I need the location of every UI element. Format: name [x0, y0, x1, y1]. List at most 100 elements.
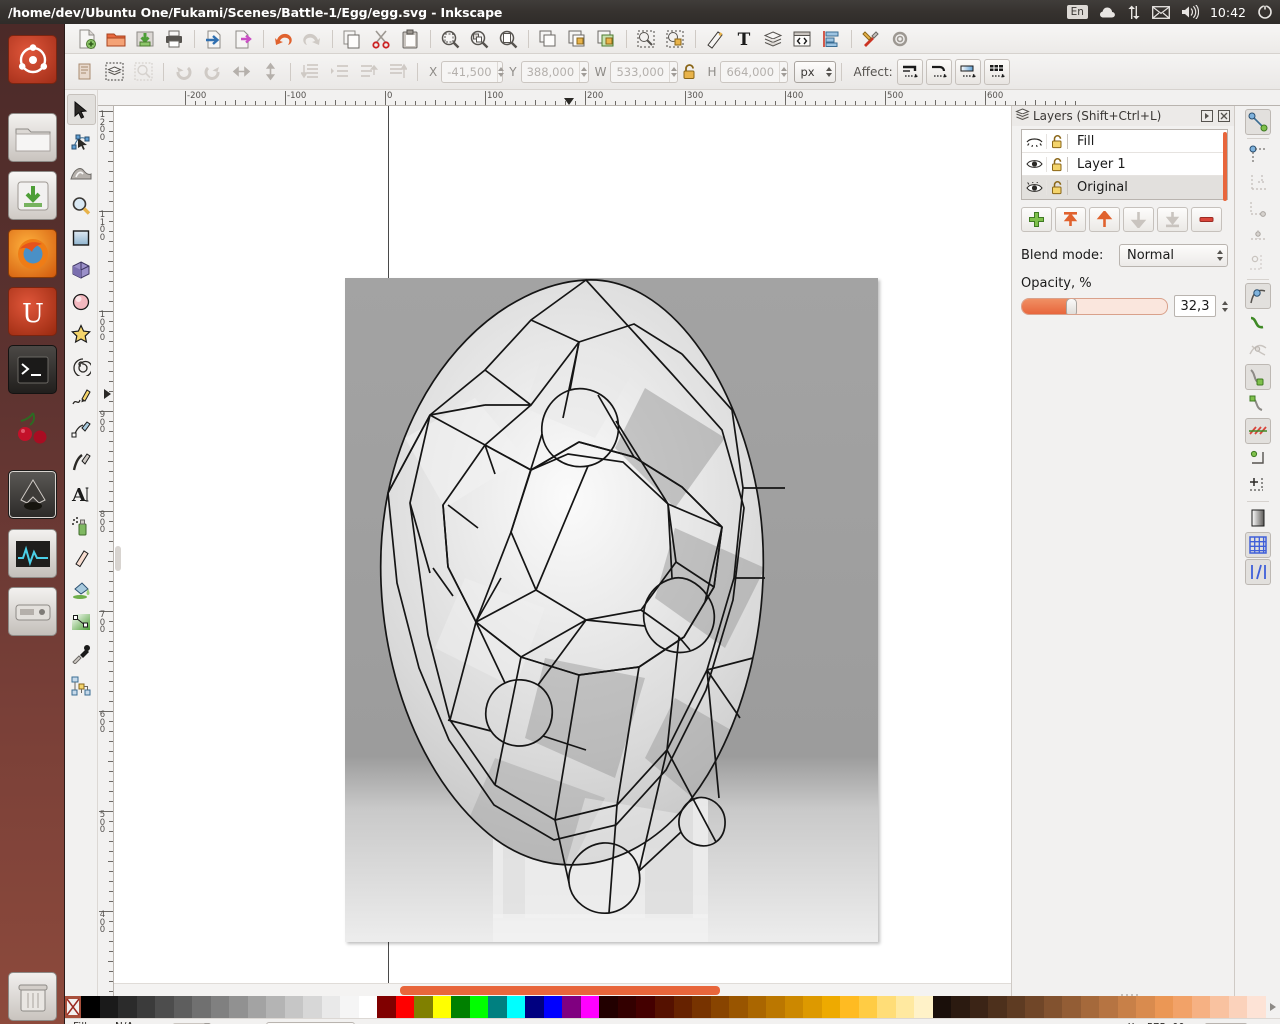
palette-swatch[interactable]	[1118, 996, 1137, 1018]
select-all-button[interactable]	[71, 59, 99, 85]
palette-swatch[interactable]	[248, 996, 267, 1018]
palette-swatch[interactable]	[748, 996, 767, 1018]
raise-layer-button[interactable]	[1089, 207, 1120, 232]
layer-row-layer-1[interactable]: Layer 1	[1022, 153, 1227, 176]
vertical-ruler[interactable]: 1 2 0 01 1 0 01 0 0 09 0 08 0 07 0 06 0 …	[98, 106, 114, 996]
raise-button[interactable]	[354, 59, 382, 85]
clock-indicator[interactable]: 10:42	[1210, 5, 1246, 20]
document-properties-button[interactable]	[886, 26, 914, 52]
export-button[interactable]	[229, 26, 257, 52]
launcher-disk-usage[interactable]	[8, 587, 57, 636]
units-select[interactable]: px	[794, 61, 836, 83]
snap-midpoints-button[interactable]	[1245, 418, 1271, 444]
palette-swatch[interactable]	[192, 996, 211, 1018]
palette-swatch[interactable]	[933, 996, 952, 1018]
snap-grids-button[interactable]	[1245, 532, 1271, 558]
palette-swatch[interactable]	[100, 996, 119, 1018]
redo-button[interactable]	[298, 26, 326, 52]
layer-name[interactable]: Layer 1	[1068, 157, 1126, 172]
y-field[interactable]: 388,000	[521, 61, 589, 83]
tool-rectangle[interactable]	[67, 222, 96, 253]
palette-swatch[interactable]	[118, 996, 137, 1018]
tool-gradient[interactable]	[67, 606, 96, 637]
palette-scroll-arrow[interactable]	[1266, 996, 1280, 1018]
colour-palette[interactable]	[65, 996, 1280, 1018]
fill-stroke-button[interactable]	[701, 26, 729, 52]
palette-swatch[interactable]	[303, 996, 322, 1018]
lower-button[interactable]	[325, 59, 353, 85]
lock-toggle-unlocked-icon[interactable]	[1046, 157, 1068, 172]
snap-paths-button[interactable]	[1245, 310, 1271, 336]
palette-swatch[interactable]	[359, 996, 378, 1018]
tool-text[interactable]: A	[67, 478, 96, 509]
launcher-files-manager[interactable]	[8, 113, 57, 162]
palette-swatch[interactable]	[822, 996, 841, 1018]
palette-swatch[interactable]	[414, 996, 433, 1018]
snap-bbox-corners-button[interactable]	[1245, 196, 1271, 222]
tool-bezier[interactable]	[67, 414, 96, 445]
speaker-icon[interactable]	[1181, 5, 1199, 19]
palette-swatch[interactable]	[599, 996, 618, 1018]
raise-to-top-button[interactable]	[383, 59, 411, 85]
palette-swatch[interactable]	[859, 996, 878, 1018]
blend-mode-stepper[interactable]	[1217, 250, 1223, 261]
tool-zoom[interactable]	[67, 190, 96, 221]
xml-editor-button[interactable]	[788, 26, 816, 52]
panel-collapse-button[interactable]	[1200, 110, 1213, 123]
palette-swatch[interactable]	[562, 996, 581, 1018]
palette-swatch[interactable]	[470, 996, 489, 1018]
launcher-ubuntu-software-center[interactable]: U	[8, 287, 57, 336]
no-colour-swatch[interactable]	[65, 996, 81, 1018]
palette-swatch[interactable]	[766, 996, 785, 1018]
launcher-system-monitor[interactable]	[8, 529, 57, 578]
tool-node-editor[interactable]	[67, 126, 96, 157]
open-document-button[interactable]	[102, 26, 130, 52]
palette-swatch[interactable]	[1210, 996, 1229, 1018]
new-document-button[interactable]	[73, 26, 101, 52]
palette-swatch[interactable]	[211, 996, 230, 1018]
palette-swatch[interactable]	[174, 996, 193, 1018]
palette-swatch[interactable]	[636, 996, 655, 1018]
flip-horizontal-button[interactable]	[227, 59, 255, 85]
palette-swatch[interactable]	[1247, 996, 1266, 1018]
opacity-slider[interactable]	[1021, 298, 1168, 315]
preferences-button[interactable]	[857, 26, 885, 52]
palette-swatch[interactable]	[1044, 996, 1063, 1018]
canvas-inner-scroll-thumb[interactable]	[115, 546, 121, 571]
palette-swatch[interactable]	[785, 996, 804, 1018]
drawing-canvas[interactable]	[114, 106, 1014, 996]
zoom-page-button[interactable]	[494, 26, 522, 52]
palette-swatch[interactable]	[525, 996, 544, 1018]
palette-swatch[interactable]	[1136, 996, 1155, 1018]
panel-close-button[interactable]	[1217, 110, 1230, 123]
affect-stroke-width-button[interactable]	[897, 59, 923, 85]
palette-swatch[interactable]	[155, 996, 174, 1018]
lower-layer-to-bottom-button[interactable]	[1157, 207, 1188, 232]
lock-toggle-unlocked-icon[interactable]	[1046, 134, 1068, 149]
palette-swatch[interactable]	[340, 996, 359, 1018]
opacity-stepper[interactable]	[1222, 301, 1228, 312]
rotate-ccw-button[interactable]	[169, 59, 197, 85]
text-properties-button[interactable]: T	[730, 26, 758, 52]
palette-swatch[interactable]	[1173, 996, 1192, 1018]
palette-swatch[interactable]	[988, 996, 1007, 1018]
drawing-page[interactable]	[345, 278, 878, 942]
tool-3dbox[interactable]	[67, 254, 96, 285]
palette-swatch[interactable]	[1062, 996, 1081, 1018]
snap-bbox-centers-button[interactable]	[1245, 250, 1271, 276]
launcher-ubuntu-one[interactable]	[8, 171, 57, 220]
sync-arrows-icon[interactable]	[1127, 5, 1141, 20]
lock-ratio-icon[interactable]	[678, 59, 700, 85]
palette-swatch[interactable]	[1081, 996, 1100, 1018]
tool-selector[interactable]	[67, 94, 96, 125]
layer-name[interactable]: Original	[1068, 180, 1128, 195]
palette-swatch[interactable]	[1007, 996, 1026, 1018]
height-field[interactable]: 664,000	[720, 61, 788, 83]
envelope-icon[interactable]	[1152, 6, 1170, 19]
clip-button[interactable]	[632, 26, 660, 52]
width-stepper[interactable]	[669, 62, 677, 82]
tool-spiral[interactable]	[67, 350, 96, 381]
ungroup-button[interactable]	[592, 26, 620, 52]
mask-button[interactable]	[661, 26, 689, 52]
palette-swatch[interactable]	[433, 996, 452, 1018]
